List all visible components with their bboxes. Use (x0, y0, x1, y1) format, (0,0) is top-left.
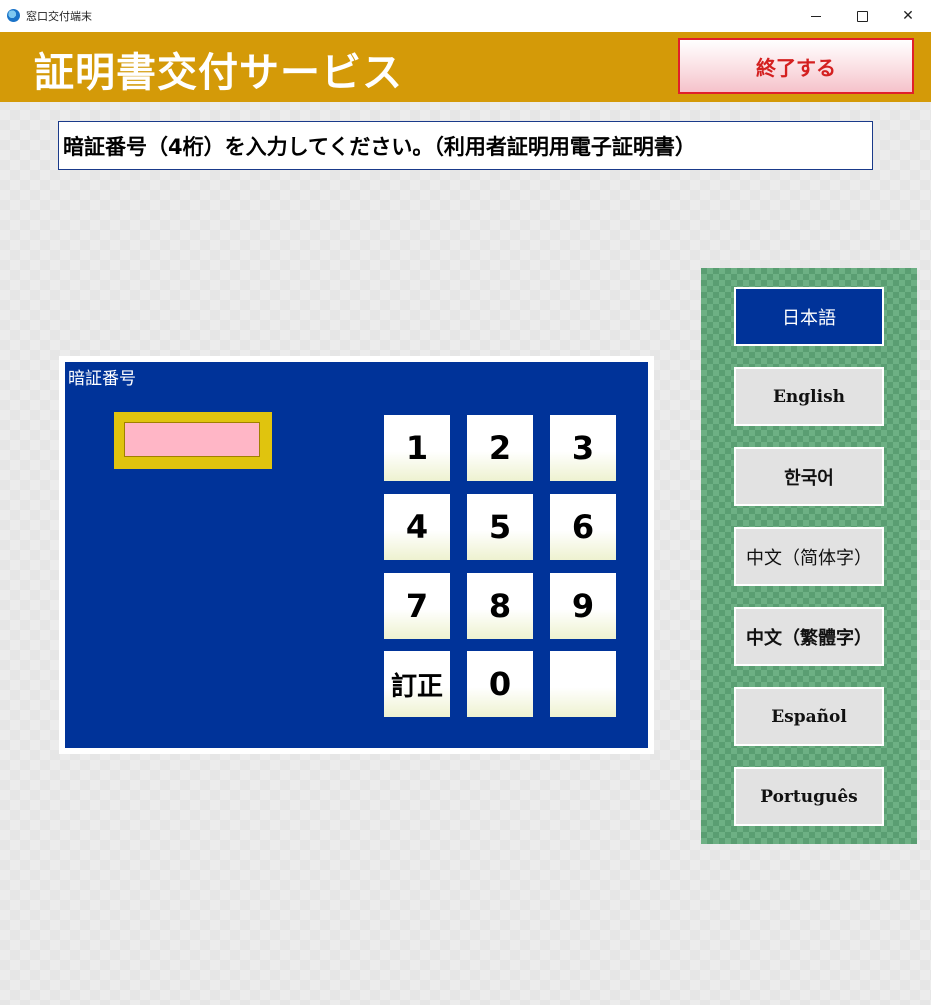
lang-chinese-simplified-button[interactable]: 中文（简体字） (734, 527, 884, 586)
language-panel: 日本語 English 한국어 中文（简体字） 中文（繁體字） Español … (701, 268, 917, 844)
lang-japanese-button[interactable]: 日本語 (734, 287, 884, 346)
lang-korean-button[interactable]: 한국어 (734, 447, 884, 506)
page-title: 証明書交付サービス (34, 50, 403, 96)
key-5[interactable]: 5 (467, 494, 533, 560)
minimize-button[interactable] (793, 0, 839, 32)
pin-label: 暗証番号 (68, 369, 136, 389)
key-blank[interactable] (550, 651, 616, 717)
lang-portuguese-button[interactable]: Português (734, 767, 884, 826)
key-correct[interactable]: 訂正 (384, 651, 450, 717)
key-2[interactable]: 2 (467, 415, 533, 481)
lang-spanish-button[interactable]: Español (734, 687, 884, 746)
window-titlebar: 窓口交付端末 ✕ (0, 0, 931, 33)
key-1[interactable]: 1 (384, 415, 450, 481)
minimize-icon (811, 15, 821, 17)
pin-entry-inner: 暗証番号 1 2 3 4 5 6 7 8 9 訂正 0 (65, 362, 648, 748)
close-window-button[interactable]: ✕ (885, 0, 931, 32)
key-6[interactable]: 6 (550, 494, 616, 560)
key-8[interactable]: 8 (467, 573, 533, 639)
maximize-icon (856, 10, 868, 22)
key-3[interactable]: 3 (550, 415, 616, 481)
key-7[interactable]: 7 (384, 573, 450, 639)
close-icon: ✕ (902, 8, 914, 24)
service-header: 証明書交付サービス 終了する (0, 32, 931, 102)
key-4[interactable]: 4 (384, 494, 450, 560)
key-9[interactable]: 9 (550, 573, 616, 639)
exit-button[interactable]: 終了する (678, 38, 914, 94)
browser-icon (7, 9, 20, 22)
lang-chinese-traditional-button[interactable]: 中文（繁體字） (734, 607, 884, 666)
pin-input[interactable] (124, 422, 260, 457)
maximize-button[interactable] (839, 0, 885, 32)
pin-field-frame (114, 412, 272, 469)
pin-entry-panel: 暗証番号 1 2 3 4 5 6 7 8 9 訂正 0 (59, 356, 654, 754)
key-0[interactable]: 0 (467, 651, 533, 717)
lang-english-button[interactable]: English (734, 367, 884, 426)
window-title: 窓口交付端末 (26, 10, 92, 23)
instruction-message: 暗証番号（4桁）を入力してください。（利用者証明用電子証明書） (58, 121, 873, 170)
